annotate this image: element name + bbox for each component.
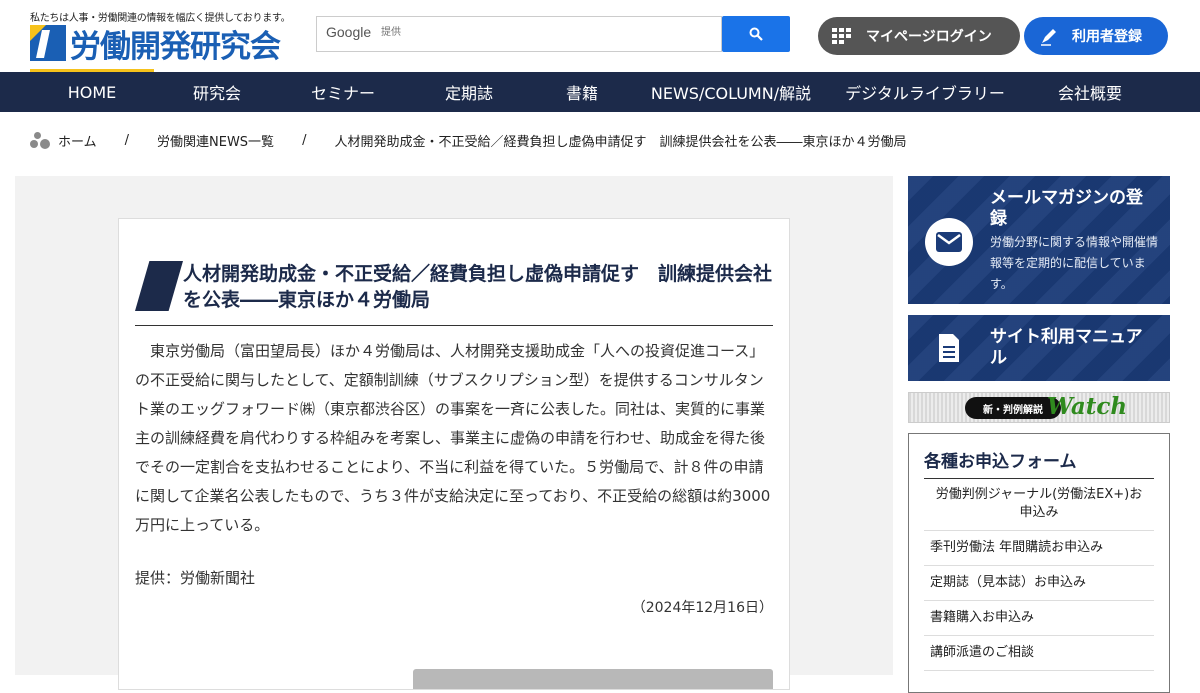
nav-item-news-column[interactable]: NEWS/COLUMN/解説 bbox=[651, 72, 811, 112]
nav-item-seminar[interactable]: セミナー bbox=[281, 72, 405, 112]
article-body: 東京労働局（富田望局長）ほか４労働局は、人材開発支援助成金「人への投資促進コース… bbox=[135, 342, 771, 534]
article-source: 提供：労働新聞社 bbox=[135, 569, 256, 587]
article-title: 人材開発助成金・不正受給／経費負担し虚偽申請促す 訓練提供会社を公表――東京ほか… bbox=[183, 263, 773, 311]
site-manual-banner[interactable]: サイト利用マニュアル bbox=[908, 315, 1170, 381]
application-forms-title: 各種お申込フォーム bbox=[924, 447, 1154, 479]
application-forms-box: 各種お申込フォーム 労働判例ジャーナル(労働法EX+)お申込み 季刊労働法 年間… bbox=[908, 433, 1170, 693]
title-marker-icon bbox=[135, 261, 183, 311]
nav-item-digital-library[interactable]: デジタルライブラリー bbox=[845, 72, 1005, 112]
mail-magazine-title: メールマガジンの登録 bbox=[990, 188, 1143, 229]
nav-item-home[interactable]: HOME bbox=[30, 69, 154, 112]
breadcrumb-separator: / bbox=[124, 132, 130, 148]
nav-item-kenkyukai[interactable]: 研究会 bbox=[155, 72, 279, 112]
application-forms-list: 労働判例ジャーナル(労働法EX+)お申込み 季刊労働法 年間購読お申込み 定期誌… bbox=[924, 486, 1154, 671]
nav-item-company[interactable]: 会社概要 bbox=[1028, 72, 1152, 112]
article-footer-bar bbox=[413, 669, 773, 689]
mypage-login-label: マイページログイン bbox=[866, 29, 992, 45]
site-header: 私たちは人事・労働関連の情報を幅広く提供しております。 労働開発研究会 Goog… bbox=[0, 0, 1200, 72]
breadcrumb-current: 人材開発助成金・不正受給／経費負担し虚偽申請促す 訓練提供会社を公表――東京ほか… bbox=[334, 134, 907, 150]
search-button[interactable] bbox=[722, 16, 790, 52]
search-icon bbox=[749, 27, 763, 41]
form-link-lecturer[interactable]: 講師派遣のご相談 bbox=[924, 636, 1154, 671]
google-brand-label: Google bbox=[326, 24, 372, 40]
hanrei-watch-banner[interactable]: 新・判例解説 Watch bbox=[908, 392, 1170, 423]
document-icon bbox=[925, 324, 973, 372]
nav-item-periodicals[interactable]: 定期誌 bbox=[407, 72, 531, 112]
mail-magazine-desc: 労働分野に関する情報や開催情報等を定期的に配信しています。 bbox=[990, 235, 1159, 291]
envelope-icon bbox=[925, 218, 973, 266]
site-logo[interactable]: 労働開発研究会 bbox=[30, 23, 281, 65]
hanrei-watch-word: Watch bbox=[1047, 393, 1128, 420]
form-link-kikan-rodoho[interactable]: 季刊労働法 年間購読お申込み bbox=[924, 531, 1154, 566]
user-register-label: 利用者登録 bbox=[1072, 29, 1142, 45]
site-manual-title: サイト利用マニュアル bbox=[990, 327, 1143, 368]
nav-item-books[interactable]: 書籍 bbox=[520, 72, 644, 112]
form-link-books[interactable]: 書籍購入お申込み bbox=[924, 601, 1154, 636]
mypage-grid-icon bbox=[832, 25, 854, 47]
breadcrumb: ホーム / 労働関連NEWS一覧 / 人材開発助成金・不正受給／経費負担し虚偽申… bbox=[30, 130, 906, 150]
article-title-block: 人材開発助成金・不正受給／経費負担し虚偽申請促す 訓練提供会社を公表――東京ほか… bbox=[135, 261, 773, 326]
article-date: （2024年12月16日） bbox=[631, 600, 773, 616]
form-link-journal[interactable]: 労働判例ジャーナル(労働法EX+)お申込み bbox=[924, 486, 1154, 531]
breadcrumb-dots-icon bbox=[30, 131, 50, 149]
article-card: 人材開発助成金・不正受給／経費負担し虚偽申請促す 訓練提供会社を公表――東京ほか… bbox=[118, 218, 790, 690]
mail-magazine-banner[interactable]: メールマガジンの登録 労働分野に関する情報や開催情報等を定期的に配信しています。 bbox=[908, 176, 1170, 304]
user-register-button[interactable]: 利用者登録 bbox=[1024, 17, 1168, 55]
breadcrumb-home-link[interactable]: ホーム bbox=[58, 131, 97, 150]
pen-icon bbox=[1038, 25, 1060, 47]
search-box[interactable]: Google bbox=[316, 16, 722, 52]
mypage-login-button[interactable]: マイページログイン bbox=[818, 17, 1020, 55]
breadcrumb-news-list-link[interactable]: 労働関連NEWS一覧 bbox=[157, 131, 274, 150]
breadcrumb-separator: / bbox=[302, 132, 307, 148]
main-nav: HOME 研究会 セミナー 定期誌 書籍 NEWS/COLUMN/解説 デジタル… bbox=[0, 69, 1200, 112]
logo-text: 労働開発研究会 bbox=[70, 28, 281, 65]
logo-mark-icon bbox=[30, 25, 66, 61]
search-input[interactable] bbox=[379, 26, 713, 39]
form-link-sample[interactable]: 定期誌（見本誌）お申込み bbox=[924, 566, 1154, 601]
